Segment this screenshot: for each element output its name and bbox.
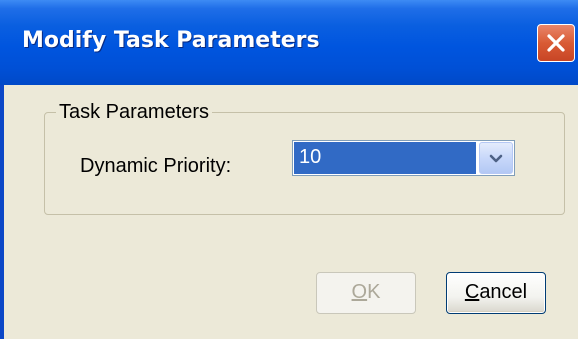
dynamic-priority-select[interactable]: 10 xyxy=(292,140,515,176)
window-title: Modify Task Parameters xyxy=(22,28,320,53)
modify-task-parameters-dialog: Modify Task Parameters Task Parameters D… xyxy=(0,0,578,339)
ok-mnemonic: O xyxy=(351,281,368,303)
window-left-border xyxy=(0,85,4,339)
title-bar[interactable]: Modify Task Parameters xyxy=(0,0,578,85)
dropdown-button[interactable] xyxy=(479,142,513,174)
ok-button[interactable]: OK xyxy=(316,272,416,314)
dynamic-priority-value: 10 xyxy=(294,142,476,174)
cancel-mnemonic: C xyxy=(464,281,480,303)
ok-label-rest: K xyxy=(367,281,381,303)
close-icon xyxy=(547,34,565,52)
chevron-down-icon xyxy=(489,154,503,163)
close-button[interactable] xyxy=(537,24,575,62)
groupbox-label: Task Parameters xyxy=(56,100,213,124)
cancel-button[interactable]: Cancel xyxy=(446,272,546,314)
cancel-label-rest: ancel xyxy=(479,281,528,303)
dynamic-priority-label: Dynamic Priority: xyxy=(80,155,232,177)
